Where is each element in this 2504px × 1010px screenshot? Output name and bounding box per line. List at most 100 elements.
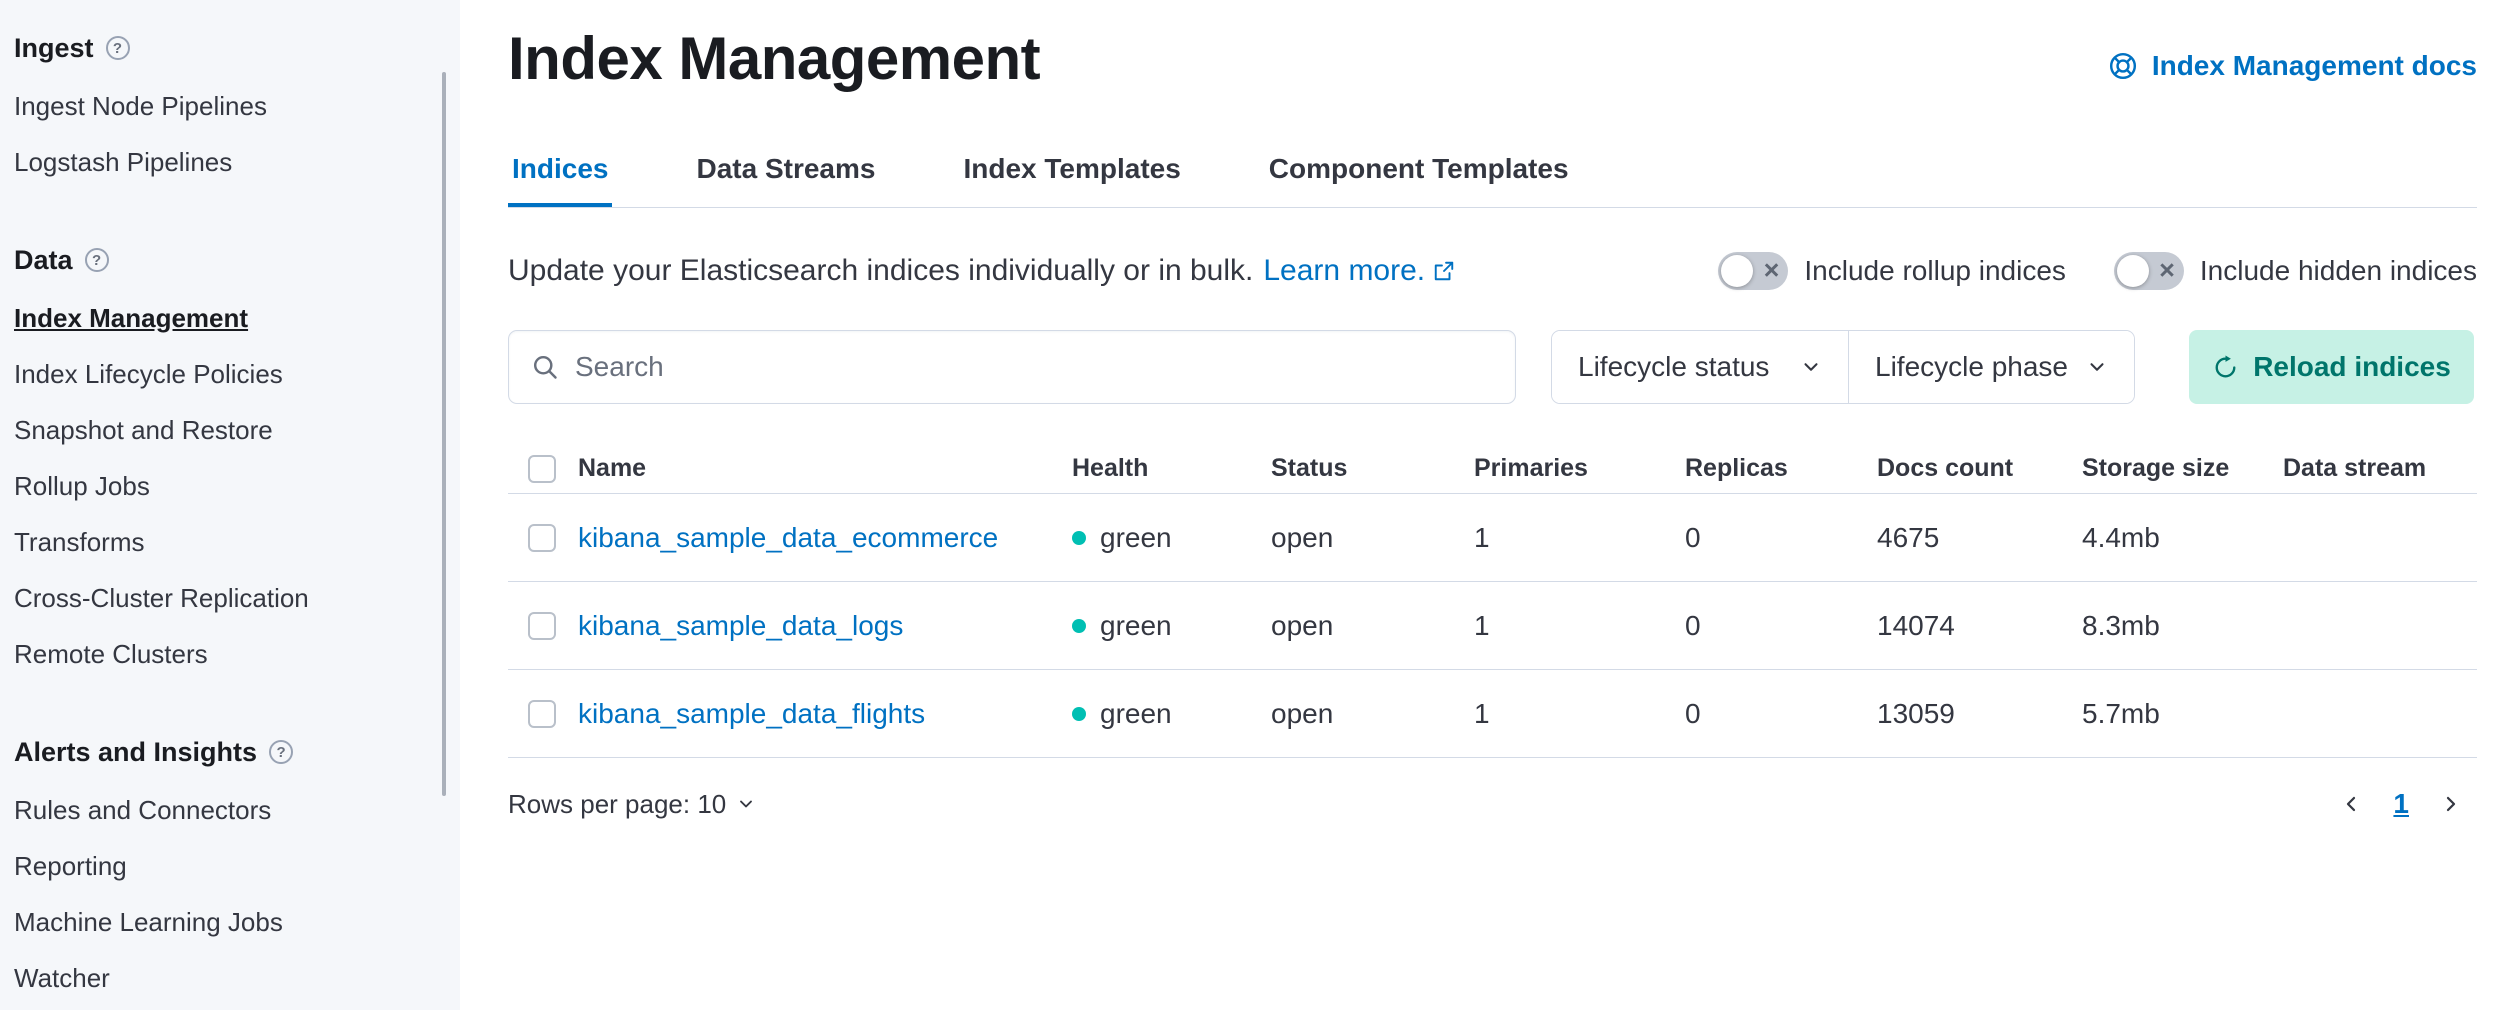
row-checkbox[interactable] (528, 700, 556, 728)
sidebar: Ingest ? Ingest Node Pipelines Logstash … (0, 0, 460, 1010)
replicas-value: 0 (1685, 522, 1877, 554)
sidebar-section-alerts-insights: Alerts and Insights ? Rules and Connecto… (14, 730, 430, 1006)
rows-per-page-label: Rows per page: 10 (508, 789, 726, 820)
lifecycle-phase-filter[interactable]: Lifecycle phase (1848, 331, 2134, 403)
row-checkbox[interactable] (528, 524, 556, 552)
page-number-current[interactable]: 1 (2393, 788, 2409, 820)
sidebar-item-rules-and-connectors[interactable]: Rules and Connectors (14, 782, 430, 838)
reload-button-label: Reload indices (2253, 351, 2451, 383)
sidebar-heading-ingest: Ingest ? (14, 26, 430, 70)
page-header: Index Management Index Management docs (508, 24, 2477, 93)
storage-size-value: 5.7mb (2082, 698, 2283, 730)
learn-more-label: Learn more. (1263, 254, 1425, 288)
next-page-button[interactable] (2435, 788, 2467, 820)
filter-group: Lifecycle status Lifecycle phase (1551, 330, 2135, 404)
external-link-icon (1433, 260, 1455, 282)
sidebar-item-ingest-node-pipelines[interactable]: Ingest Node Pipelines (14, 78, 430, 134)
sidebar-item-snapshot-and-restore[interactable]: Snapshot and Restore (14, 402, 430, 458)
filter-label: Lifecycle status (1578, 351, 1769, 383)
column-header-name[interactable]: Name (578, 454, 1072, 483)
table-row: kibana_sample_data_ecommerce green open … (508, 494, 2477, 582)
column-header-storage-size[interactable]: Storage size (2082, 454, 2283, 483)
sidebar-item-watcher[interactable]: Watcher (14, 950, 430, 1006)
index-name-link[interactable]: kibana_sample_data_ecommerce (578, 522, 998, 554)
search-box (508, 330, 1516, 404)
sidebar-section-ingest: Ingest ? Ingest Node Pipelines Logstash … (14, 26, 430, 190)
sidebar-item-rollup-jobs[interactable]: Rollup Jobs (14, 458, 430, 514)
column-header-docs-count[interactable]: Docs count (1877, 454, 2082, 483)
status-value: open (1271, 522, 1474, 554)
learn-more-link[interactable]: Learn more. (1263, 254, 1455, 288)
docs-link[interactable]: Index Management docs (2108, 50, 2477, 82)
status-value: open (1271, 698, 1474, 730)
help-icon: ? (85, 248, 109, 272)
sidebar-item-index-management[interactable]: Index Management (14, 290, 430, 346)
toggle-controls: × Include rollup indices × Include hidde… (1718, 252, 2477, 290)
sidebar-item-logstash-pipelines[interactable]: Logstash Pipelines (14, 134, 430, 190)
storage-size-value: 4.4mb (2082, 522, 2283, 554)
sidebar-heading-label: Alerts and Insights (14, 737, 257, 768)
sidebar-scrollbar[interactable] (442, 72, 446, 796)
indices-table: Name Health Status Primaries Replicas Do… (508, 444, 2477, 758)
controls-row: Lifecycle status Lifecycle phase Reload … (508, 330, 2477, 404)
chevron-down-icon (2086, 356, 2108, 378)
include-hidden-toggle[interactable]: × Include hidden indices (2114, 252, 2477, 290)
toggle-label: Include rollup indices (1804, 255, 2066, 287)
primaries-value: 1 (1474, 610, 1685, 642)
sidebar-item-index-lifecycle-policies[interactable]: Index Lifecycle Policies (14, 346, 430, 402)
column-header-data-stream[interactable]: Data stream (2283, 454, 2477, 483)
sidebar-heading-data: Data ? (14, 238, 430, 282)
sidebar-item-machine-learning-jobs[interactable]: Machine Learning Jobs (14, 894, 430, 950)
table-header-row: Name Health Status Primaries Replicas Do… (508, 444, 2477, 494)
column-header-health[interactable]: Health (1072, 454, 1271, 483)
chevron-down-icon (736, 794, 756, 814)
sidebar-item-cross-cluster-replication[interactable]: Cross-Cluster Replication (14, 570, 430, 626)
replicas-value: 0 (1685, 610, 1877, 642)
tab-component-templates[interactable]: Component Templates (1265, 139, 1573, 207)
health-label: green (1100, 610, 1172, 642)
tab-indices[interactable]: Indices (508, 139, 612, 207)
status-value: open (1271, 610, 1474, 642)
help-icon: ? (269, 740, 293, 764)
search-icon (531, 353, 559, 381)
health-dot-icon (1072, 707, 1086, 721)
chevron-down-icon (1800, 356, 1822, 378)
sidebar-heading-alerts-insights: Alerts and Insights ? (14, 730, 430, 774)
column-header-replicas[interactable]: Replicas (1685, 454, 1877, 483)
switch-off-icon: × (1718, 252, 1788, 290)
switch-off-icon: × (2114, 252, 2184, 290)
sidebar-heading-label: Data (14, 245, 73, 276)
health-label: green (1100, 522, 1172, 554)
tab-data-streams[interactable]: Data Streams (692, 139, 879, 207)
sidebar-item-remote-clusters[interactable]: Remote Clusters (14, 626, 430, 682)
rows-per-page-button[interactable]: Rows per page: 10 (508, 789, 756, 820)
tab-index-templates[interactable]: Index Templates (959, 139, 1184, 207)
chevron-right-icon (2439, 792, 2463, 816)
docs-lifering-icon (2108, 51, 2138, 81)
replicas-value: 0 (1685, 698, 1877, 730)
primaries-value: 1 (1474, 698, 1685, 730)
search-input[interactable] (575, 351, 1493, 383)
lifecycle-status-filter[interactable]: Lifecycle status (1552, 331, 1848, 403)
column-header-primaries[interactable]: Primaries (1474, 454, 1685, 483)
description-text: Update your Elasticsearch indices indivi… (508, 254, 1253, 288)
health-dot-icon (1072, 619, 1086, 633)
previous-page-button[interactable] (2335, 788, 2367, 820)
index-name-link[interactable]: kibana_sample_data_logs (578, 610, 903, 642)
sidebar-item-reporting[interactable]: Reporting (14, 838, 430, 894)
reload-indices-button[interactable]: Reload indices (2189, 330, 2474, 404)
page-title: Index Management (508, 24, 1040, 93)
include-rollup-toggle[interactable]: × Include rollup indices (1718, 252, 2066, 290)
storage-size-value: 8.3mb (2082, 610, 2283, 642)
select-all-checkbox[interactable] (528, 455, 556, 483)
docs-link-label: Index Management docs (2152, 50, 2477, 82)
index-name-link[interactable]: kibana_sample_data_flights (578, 698, 925, 730)
filter-label: Lifecycle phase (1875, 351, 2068, 383)
health-label: green (1100, 698, 1172, 730)
column-header-status[interactable]: Status (1271, 454, 1474, 483)
primaries-value: 1 (1474, 522, 1685, 554)
row-checkbox[interactable] (528, 612, 556, 640)
docs-count-value: 4675 (1877, 522, 2082, 554)
sidebar-item-transforms[interactable]: Transforms (14, 514, 430, 570)
sidebar-section-data: Data ? Index Management Index Lifecycle … (14, 238, 430, 682)
